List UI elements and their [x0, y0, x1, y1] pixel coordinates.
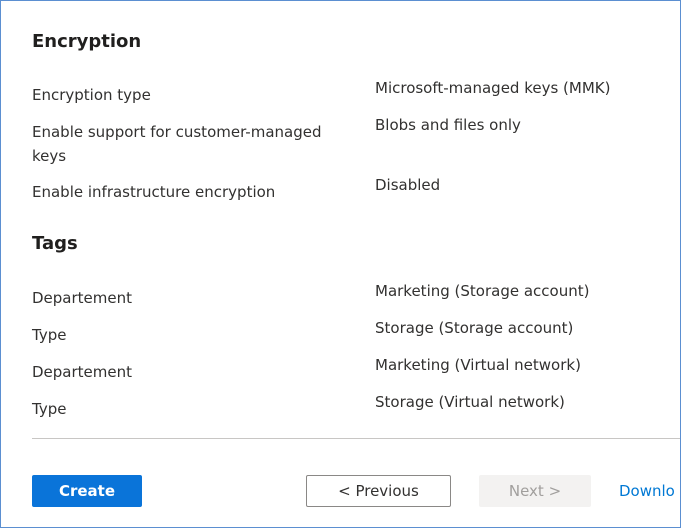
tag-label-type-vnet: Type: [32, 400, 67, 418]
tag-value-type-storage: Storage (Storage account): [375, 319, 574, 337]
customer-managed-keys-label: Enable support for customer-managed keys: [32, 123, 322, 165]
create-button[interactable]: Create: [32, 475, 142, 507]
tag-value-type-vnet: Storage (Virtual network): [375, 393, 565, 411]
download-link[interactable]: Downlo: [619, 481, 675, 501]
infrastructure-encryption-value: Disabled: [375, 176, 441, 194]
tag-label-type-storage: Type: [32, 326, 67, 344]
footer-divider: [32, 438, 680, 439]
previous-button[interactable]: < Previous: [306, 475, 451, 507]
next-button: Next >: [479, 475, 591, 507]
encryption-type-label: Encryption type: [32, 86, 151, 104]
tag-label-departement-vnet: Departement: [32, 363, 132, 381]
encryption-type-value: Microsoft-managed keys (MMK): [375, 79, 611, 97]
tags-section-title: Tags: [32, 233, 78, 254]
tag-value-departement-vnet: Marketing (Virtual network): [375, 356, 581, 374]
tag-value-departement-storage: Marketing (Storage account): [375, 282, 590, 300]
review-panel: Encryption Encryption type Microsoft-man…: [0, 0, 681, 528]
tag-label-departement-storage: Departement: [32, 289, 132, 307]
encryption-section-title: Encryption: [32, 31, 142, 52]
infrastructure-encryption-label: Enable infrastructure encryption: [32, 183, 276, 201]
customer-managed-keys-value: Blobs and files only: [375, 116, 521, 134]
